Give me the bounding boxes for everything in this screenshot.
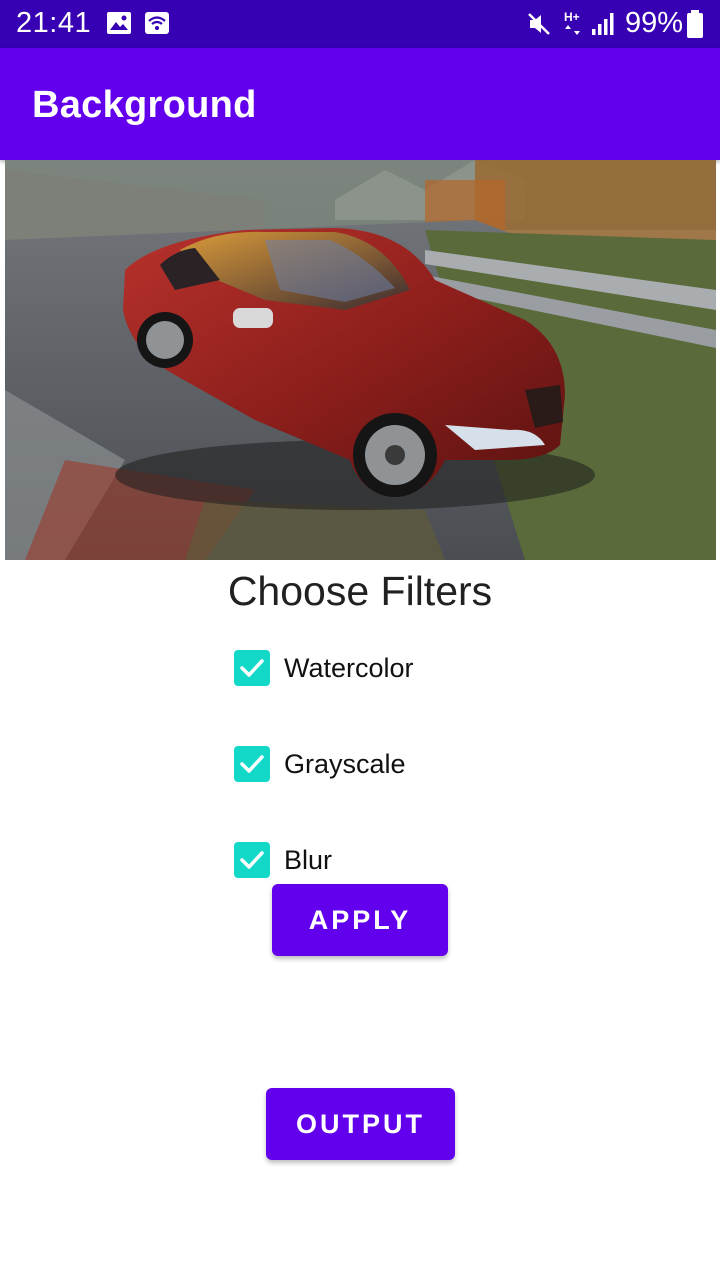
filter-watercolor[interactable]: Watercolor bbox=[234, 650, 414, 686]
output-button[interactable]: OUTPUT bbox=[266, 1088, 455, 1160]
grayscale-checkbox[interactable] bbox=[234, 746, 270, 782]
blur-checkbox[interactable] bbox=[234, 842, 270, 878]
wifi-hotspot-icon bbox=[144, 11, 170, 40]
filter-blur[interactable]: Blur bbox=[234, 842, 332, 878]
check-icon bbox=[240, 755, 264, 773]
watercolor-checkbox[interactable] bbox=[234, 650, 270, 686]
car-photo bbox=[5, 160, 716, 560]
mute-icon bbox=[526, 11, 552, 42]
status-time: 21:41 bbox=[16, 7, 92, 39]
check-icon bbox=[240, 851, 264, 869]
image-icon bbox=[106, 11, 132, 40]
battery-icon bbox=[686, 10, 704, 43]
app-bar: Background bbox=[0, 48, 720, 160]
svg-text:H+: H+ bbox=[564, 10, 580, 24]
status-bar: 21:41 H+ 99% bbox=[0, 0, 720, 48]
blur-label[interactable]: Blur bbox=[284, 845, 332, 876]
apply-button[interactable]: APPLY bbox=[272, 884, 448, 956]
app-title: Background bbox=[32, 84, 257, 126]
filter-grayscale[interactable]: Grayscale bbox=[234, 746, 406, 782]
battery-percent: 99% bbox=[625, 7, 684, 39]
grayscale-label[interactable]: Grayscale bbox=[284, 749, 406, 780]
watercolor-label[interactable]: Watercolor bbox=[284, 653, 414, 684]
choose-filters-title: Choose Filters bbox=[227, 568, 493, 614]
check-icon bbox=[240, 659, 264, 677]
signal-icon bbox=[591, 12, 617, 41]
h-plus-network-icon: H+ bbox=[563, 10, 585, 43]
